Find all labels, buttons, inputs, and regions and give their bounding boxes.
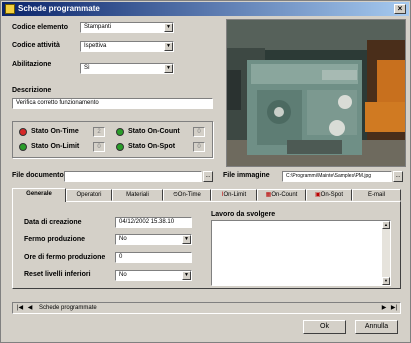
last-record-icon[interactable]: ▶|	[389, 303, 399, 313]
reset-livelli-label: Reset livelli inferiori	[24, 271, 91, 278]
ok-button[interactable]: Ok	[303, 320, 346, 334]
tab-label: Generale	[26, 191, 52, 197]
first-record-icon[interactable]: |◀	[15, 303, 25, 313]
chevron-down-icon[interactable]: ▼	[164, 23, 173, 32]
file-immagine-input[interactable]: C:\Programmi\Mainte\Samples\PM.jpg	[282, 171, 392, 182]
codice-attivita-label: Codice attività	[12, 42, 60, 49]
annulla-button[interactable]: Annulla	[355, 320, 398, 334]
codice-attivita-value: Ispettiva	[84, 43, 107, 49]
tab-on-limit[interactable]: IOn-Limit	[211, 189, 257, 201]
file-immagine-label: File immagine	[223, 172, 270, 179]
browse-documento-button[interactable]: ...	[203, 171, 213, 182]
machine-image	[227, 20, 405, 166]
chevron-down-icon[interactable]: ▼	[182, 235, 191, 244]
close-button[interactable]: ×	[394, 4, 406, 14]
status-led-icon	[116, 128, 124, 136]
ore-fermo-input[interactable]: 0	[115, 252, 192, 263]
on-limit-value: 0	[93, 142, 105, 152]
data-creazione-input[interactable]: 04/12/2002 15.38.10	[115, 217, 192, 228]
codice-elemento-value: Stampanti	[84, 24, 112, 30]
dialog-window: Schede programmate × Codice elemento Sta…	[0, 0, 411, 343]
tab-generale[interactable]: Generale	[12, 188, 66, 202]
on-count-value: 0	[193, 127, 205, 137]
codice-elemento-label: Codice elemento	[12, 24, 69, 31]
tab-on-spot[interactable]: ▣On-Spot	[306, 189, 352, 201]
fermo-produzione-value: No	[119, 236, 127, 242]
tab-label: On-Count	[271, 192, 298, 198]
file-documento-input[interactable]	[64, 171, 202, 182]
chevron-down-icon[interactable]: ▼	[164, 64, 173, 73]
lavoro-textarea[interactable]: ▲ ▼	[211, 220, 391, 286]
machine-photo	[226, 19, 406, 167]
status-led-icon	[19, 143, 27, 151]
chevron-down-icon[interactable]: ▼	[164, 42, 173, 51]
prev-record-icon[interactable]: ◀	[25, 303, 35, 313]
navigator-label: Schede programmate	[39, 305, 97, 311]
data-creazione-label: Data di creazione	[24, 219, 82, 226]
record-navigator: |◀ ◀ Schede programmate ▶ ▶|	[12, 302, 401, 314]
abilitazione-value: Sì	[84, 65, 90, 71]
reset-livelli-select[interactable]: No ▼	[115, 270, 192, 281]
abilitazione-select[interactable]: Sì ▼	[80, 63, 174, 74]
tab-operatori[interactable]: Operatori	[66, 189, 112, 201]
title-bar[interactable]: Schede programmate ×	[2, 2, 409, 16]
abilitazione-label: Abilitazione	[12, 61, 52, 68]
tab-e-mail[interactable]: E-mail	[352, 189, 401, 201]
tab-materiali[interactable]: Materiali	[112, 189, 163, 201]
descrizione-label: Descrizione	[12, 87, 52, 94]
codice-attivita-select[interactable]: Ispettiva ▼	[80, 41, 174, 52]
status-led-icon	[116, 143, 124, 151]
on-spot-label: Stato On-Spot	[128, 143, 176, 150]
on-spot-value: 0	[193, 142, 205, 152]
lavoro-label: Lavoro da svolgere	[211, 211, 276, 218]
fermo-produzione-select[interactable]: No ▼	[115, 234, 192, 245]
tab-on-time[interactable]: ⏲On-Time	[163, 189, 211, 201]
tab-on-count[interactable]: ▦On-Count	[257, 189, 306, 201]
chevron-down-icon[interactable]: ▼	[182, 271, 191, 280]
scroll-down-icon[interactable]: ▼	[382, 277, 390, 285]
descrizione-input[interactable]: Verifica corretto funzionamento	[12, 98, 213, 109]
next-record-icon[interactable]: ▶	[379, 303, 389, 313]
vertical-scrollbar[interactable]: ▲ ▼	[382, 221, 390, 285]
tab-label: On-Time	[177, 192, 201, 198]
status-group: Stato On-Time 2 Stato On-Limit 0 Stato O…	[12, 121, 213, 158]
file-documento-label: File documento	[12, 172, 64, 179]
codice-elemento-select[interactable]: Stampanti ▼	[80, 22, 174, 33]
on-time-label: Stato On-Time	[31, 128, 79, 135]
ore-fermo-label: Ore di fermo produzione	[24, 254, 106, 261]
reset-livelli-value: No	[119, 272, 127, 278]
window-title: Schede programmate	[18, 4, 100, 13]
browse-immagine-button[interactable]: ...	[393, 171, 403, 182]
on-time-value: 2	[93, 127, 105, 137]
tab-label: On-Spot	[320, 192, 344, 198]
fermo-produzione-label: Fermo produzione	[24, 236, 86, 243]
status-led-icon	[19, 128, 27, 136]
tab-label: Materiali	[126, 192, 149, 198]
on-limit-label: Stato On-Limit	[31, 143, 80, 150]
tab-label: Operatori	[76, 192, 102, 198]
on-count-label: Stato On-Count	[128, 128, 180, 135]
tab-label: On-Limit	[223, 192, 247, 198]
app-icon	[5, 4, 15, 14]
scroll-up-icon[interactable]: ▲	[382, 221, 390, 229]
tab-bar: Generale Operatori Materiali ⏲On-Time IO…	[12, 188, 401, 202]
tab-label: E-mail	[367, 192, 385, 198]
